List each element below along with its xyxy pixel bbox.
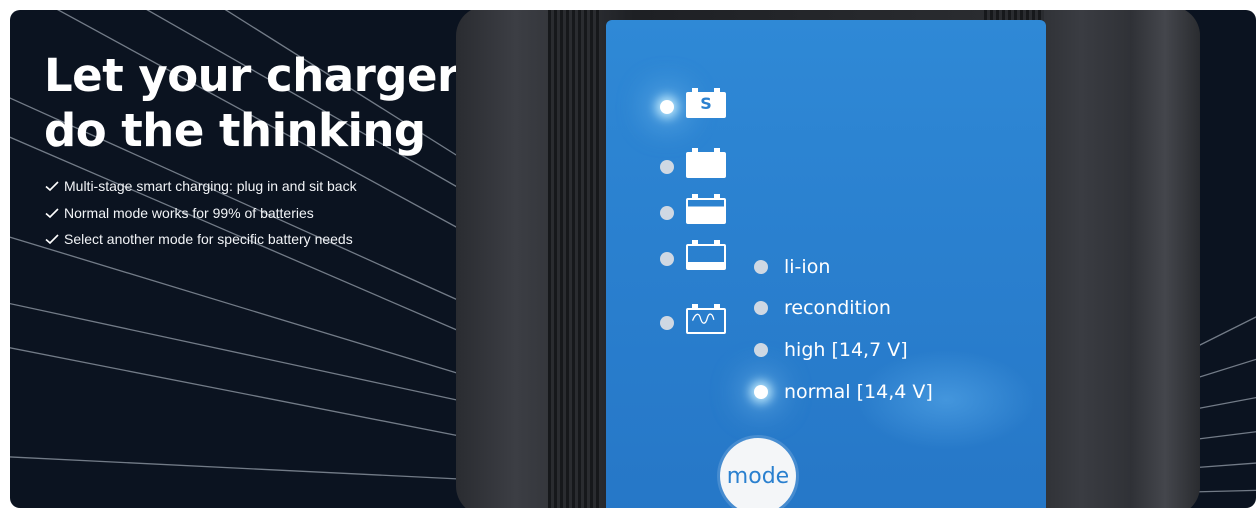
housing-ribs-left: [548, 10, 600, 508]
mode-led-normal: [754, 385, 768, 399]
hero-title-line-1: Let your charger: [44, 49, 459, 102]
housing-side: [1130, 10, 1200, 508]
mode-led-li-ion: [754, 260, 768, 274]
battery-recondition-icon: [686, 304, 726, 334]
status-led-absorption: [660, 206, 674, 220]
mode-button[interactable]: mode: [720, 438, 796, 508]
control-panel: S li-ion recondition high [14,7 V] norma…: [606, 20, 1046, 508]
battery-standby-icon: S: [686, 88, 726, 118]
feature-text: Select another mode for specific battery…: [64, 231, 353, 248]
standby-symbol: S: [700, 94, 712, 113]
feature-text: Normal mode works for 99% of batteries: [64, 204, 314, 221]
battery-bulk-icon: [686, 240, 726, 270]
status-led-recondition: [660, 316, 674, 330]
checkmark-icon: [45, 234, 59, 245]
hero-title-line-2: do the thinking: [44, 104, 426, 157]
mode-led-high: [754, 343, 768, 357]
hero-title: Let your charger do the thinking: [44, 48, 459, 158]
checkmark-icon: [45, 208, 59, 218]
battery-absorption-icon: [686, 194, 726, 224]
battery-full-icon: [686, 148, 726, 178]
feature-item: Select another mode for specific battery…: [44, 226, 357, 253]
mode-label-li-ion: li-ion: [784, 256, 831, 278]
mode-label-recondition: recondition: [784, 297, 891, 319]
status-led-bulk: [660, 252, 674, 266]
mode-label-normal: normal [14,4 V]: [784, 381, 933, 403]
mode-label-high: high [14,7 V]: [784, 339, 908, 361]
mode-led-recondition: [754, 301, 768, 315]
checkmark-icon: [45, 181, 59, 192]
hero-banner: Let your charger do the thinking Multi-s…: [10, 10, 1256, 508]
feature-list: Multi-stage smart charging: plug in and …: [44, 173, 357, 253]
status-led-float: [660, 160, 674, 174]
charger-device: S li-ion recondition high [14,7 V] norma…: [456, 10, 1200, 508]
feature-item: Normal mode works for 99% of batteries: [44, 200, 357, 227]
feature-item: Multi-stage smart charging: plug in and …: [44, 173, 357, 200]
status-led-standby: [660, 100, 674, 114]
feature-text: Multi-stage smart charging: plug in and …: [64, 178, 357, 195]
